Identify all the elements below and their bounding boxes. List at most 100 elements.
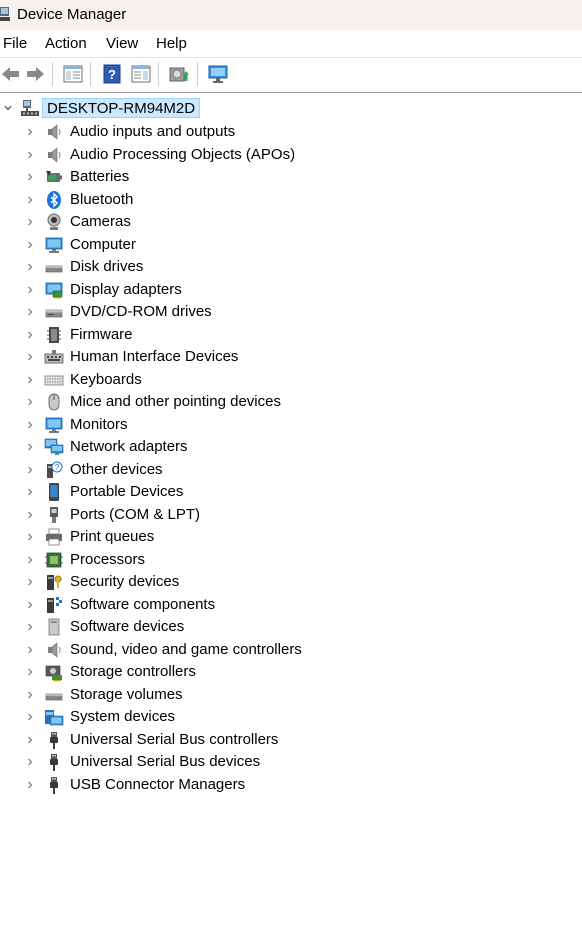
tree-node-label: Network adapters [70, 438, 188, 455]
computer-name-label[interactable]: DESKTOP-RM94M2D [42, 98, 201, 118]
tree-node[interactable]: Portable Devices [0, 481, 560, 503]
tree-node-label: Computer [70, 235, 136, 253]
battery-icon [46, 171, 62, 182]
tree-node[interactable]: Software devices [0, 616, 560, 638]
toolbar-separator [52, 62, 53, 86]
speaker-icon [48, 641, 61, 658]
chevron-right-icon[interactable] [24, 486, 36, 498]
tree-node[interactable]: Software components [0, 594, 560, 616]
tree-root[interactable]: DESKTOP-RM94M2D [0, 97, 400, 119]
chevron-right-icon[interactable] [24, 734, 36, 746]
forward-arrow-icon[interactable] [24, 63, 46, 85]
menu-view[interactable]: View [106, 35, 138, 52]
tree-node[interactable]: Security devices [0, 571, 560, 593]
tree-node-label: USB Connector Managers [70, 775, 246, 793]
processor-icon [45, 552, 63, 567]
tree-node[interactable]: Audio inputs and outputs [0, 121, 560, 143]
tree-node[interactable]: Sound, video and game controllers [0, 639, 560, 661]
chevron-right-icon[interactable] [24, 464, 36, 476]
tree-node-label: Ports (COM & LPT) [70, 505, 201, 523]
svg-text:?: ? [55, 463, 60, 472]
tree-node[interactable]: Keyboards [0, 369, 560, 391]
tree-node[interactable]: Network adapters [0, 436, 560, 458]
chevron-right-icon[interactable] [24, 531, 36, 543]
tree-node[interactable]: Print queues [0, 526, 560, 548]
tree-node-label: Security devices [70, 573, 180, 590]
chevron-right-icon[interactable] [24, 711, 36, 723]
tree-node-label: Universal Serial Bus devices [70, 753, 261, 770]
chevron-right-icon[interactable] [24, 329, 36, 341]
chevron-right-icon[interactable] [24, 284, 36, 296]
tree-node-label: Human Interface Devices [70, 348, 239, 365]
tree-node[interactable]: Computer [0, 234, 560, 256]
tree-node[interactable]: Storage volumes [0, 684, 560, 706]
chevron-down-icon[interactable] [2, 102, 14, 114]
tree-node[interactable]: Universal Serial Bus devices [0, 751, 560, 773]
toolbar-separator [197, 62, 198, 86]
tree-node[interactable]: System devices [0, 706, 560, 728]
chevron-right-icon[interactable] [24, 194, 36, 206]
chevron-right-icon[interactable] [24, 149, 36, 161]
tree-node[interactable]: Human Interface Devices [0, 346, 560, 368]
tree-node[interactable]: USB Connector Managers [0, 774, 560, 796]
mouse-icon [48, 393, 60, 411]
computer-network-icon [21, 100, 39, 116]
tree-node[interactable]: Batteries [0, 166, 560, 188]
scan-monitor-icon[interactable] [207, 63, 229, 85]
tree-node-label: Audio inputs and outputs [70, 123, 236, 140]
chevron-right-icon[interactable] [24, 779, 36, 791]
menu-bar: File Action View Help [0, 30, 582, 57]
chevron-right-icon[interactable] [24, 756, 36, 768]
chevron-right-icon[interactable] [24, 666, 36, 678]
tree-node[interactable]: Disk drives [0, 256, 560, 278]
console-tree-icon[interactable] [62, 63, 84, 85]
chevron-right-icon[interactable] [24, 239, 36, 251]
tree-node[interactable]: DVD/CD-ROM drives [0, 301, 560, 323]
chevron-right-icon[interactable] [24, 441, 36, 453]
chevron-right-icon[interactable] [24, 621, 36, 633]
tree-node[interactable]: Cameras [0, 211, 560, 233]
tree-node[interactable]: Mice and other pointing devices [0, 391, 560, 413]
chevron-right-icon[interactable] [24, 689, 36, 701]
usb-icon [50, 731, 58, 749]
chevron-right-icon[interactable] [24, 216, 36, 228]
chevron-right-icon[interactable] [24, 126, 36, 138]
chevron-right-icon[interactable] [24, 644, 36, 656]
chevron-right-icon[interactable] [24, 509, 36, 521]
tree-node-label: Keyboards [70, 370, 142, 388]
menu-action[interactable]: Action [45, 35, 87, 52]
tree-node[interactable]: Bluetooth [0, 189, 560, 211]
chevron-right-icon[interactable] [24, 576, 36, 588]
action-pane-icon[interactable] [130, 63, 152, 85]
tree-node[interactable]: Display adapters [0, 279, 560, 301]
keyboard-icon [44, 375, 64, 385]
tree-node[interactable]: Audio Processing Objects (APOs) [0, 144, 560, 166]
tree-node[interactable]: Storage controllers [0, 661, 560, 683]
menu-file[interactable]: File [3, 35, 27, 52]
chevron-right-icon[interactable] [24, 171, 36, 183]
update-driver-icon[interactable] [168, 63, 190, 85]
chevron-right-icon[interactable] [24, 261, 36, 273]
window-title: Device Manager [17, 6, 127, 23]
back-arrow-icon[interactable] [0, 63, 22, 85]
help-icon[interactable]: ? [101, 63, 123, 85]
chevron-right-icon[interactable] [24, 351, 36, 363]
chevron-right-icon[interactable] [24, 396, 36, 408]
tree-node[interactable]: Universal Serial Bus controllers [0, 729, 560, 751]
tree-node-label: Monitors [70, 415, 128, 433]
chevron-right-icon[interactable] [24, 554, 36, 566]
tree-node[interactable]: Processors [0, 549, 560, 571]
tree-node[interactable]: Firmware [0, 324, 560, 346]
toolbar: ? [0, 57, 582, 93]
tree-node[interactable]: Ports (COM & LPT) [0, 504, 560, 526]
tree-node-label: System devices [70, 708, 176, 725]
tree-node[interactable]: ? Other devices [0, 459, 560, 481]
tree-node-label: DVD/CD-ROM drives [70, 303, 212, 320]
chevron-right-icon[interactable] [24, 306, 36, 318]
tree-node[interactable]: Monitors [0, 414, 560, 436]
chevron-right-icon[interactable] [24, 599, 36, 611]
chevron-right-icon[interactable] [24, 419, 36, 431]
disk-drive-icon [45, 693, 63, 700]
chevron-right-icon[interactable] [24, 374, 36, 386]
menu-help[interactable]: Help [156, 35, 187, 52]
